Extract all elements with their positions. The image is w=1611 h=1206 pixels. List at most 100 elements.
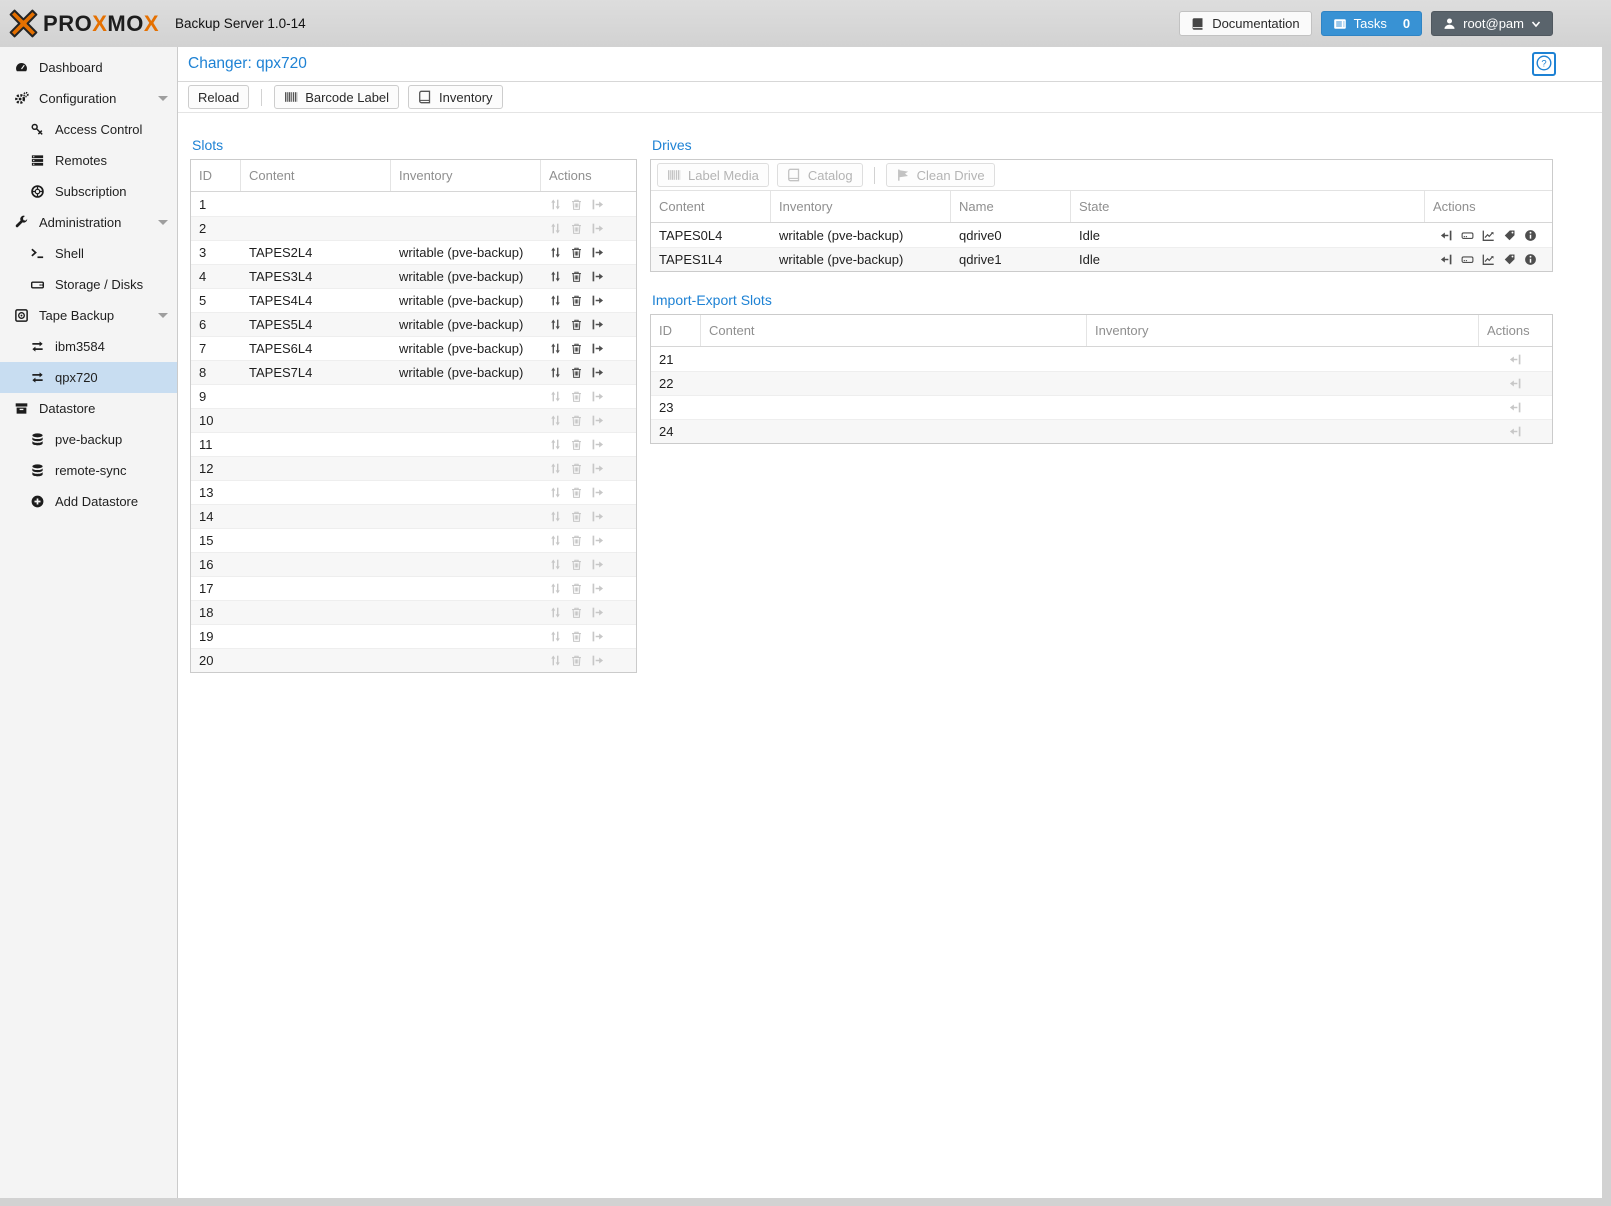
table-row[interactable]: 24 — [651, 419, 1552, 443]
tag-icon[interactable] — [1503, 229, 1516, 242]
table-row[interactable]: TAPES0L4writable (pve-backup)qdrive0Idle — [651, 223, 1552, 247]
move-icon[interactable] — [549, 246, 562, 259]
column-header-inventory[interactable]: Inventory — [391, 160, 541, 191]
sidebar-item-tape-backup[interactable]: Tape Backup — [0, 300, 177, 331]
table-row[interactable]: 16 — [191, 552, 636, 576]
user-menu-button[interactable]: root@pam — [1431, 11, 1553, 36]
table-row[interactable]: 14 — [191, 504, 636, 528]
move-icon[interactable] — [549, 294, 562, 307]
table-row[interactable]: 8TAPES7L4writable (pve-backup) — [191, 360, 636, 384]
column-header-id[interactable]: ID — [191, 160, 241, 191]
sidebar-item-shell[interactable]: Shell — [0, 238, 177, 269]
export-icon[interactable] — [591, 342, 604, 355]
move-icon[interactable] — [549, 270, 562, 283]
help-button[interactable]: ? — [1532, 52, 1556, 76]
sidebar-item-qpx720[interactable]: qpx720 — [0, 362, 177, 393]
unload-icon[interactable] — [1440, 229, 1453, 242]
collapse-arrow-icon[interactable] — [158, 96, 168, 101]
collapse-arrow-icon[interactable] — [158, 220, 168, 225]
column-header-state[interactable]: State — [1071, 191, 1425, 222]
chart-icon[interactable] — [1482, 229, 1495, 242]
sidebar-item-access-control[interactable]: Access Control — [0, 114, 177, 145]
sidebar-item-storage-disks[interactable]: Storage / Disks — [0, 269, 177, 300]
sidebar-item-add-datastore[interactable]: Add Datastore — [0, 486, 177, 517]
table-row[interactable]: 13 — [191, 480, 636, 504]
column-header-actions[interactable]: Actions — [541, 160, 636, 191]
grid-header: IDContentInventoryActions — [651, 315, 1552, 347]
table-row[interactable]: 15 — [191, 528, 636, 552]
unload-icon[interactable] — [1440, 253, 1453, 266]
column-header-inventory[interactable]: Inventory — [771, 191, 951, 222]
trash-icon[interactable] — [570, 318, 583, 331]
column-header-actions[interactable]: Actions — [1425, 191, 1552, 222]
column-header-actions[interactable]: Actions — [1479, 315, 1552, 346]
column-header-name[interactable]: Name — [951, 191, 1071, 222]
export-icon[interactable] — [591, 366, 604, 379]
column-header-inventory[interactable]: Inventory — [1087, 315, 1479, 346]
row-actions — [541, 438, 636, 451]
table-row[interactable]: 11 — [191, 432, 636, 456]
reload-button[interactable]: Reload — [188, 85, 249, 109]
sidebar-item-remote-sync[interactable]: remote-sync — [0, 455, 177, 486]
table-row[interactable]: 6TAPES5L4writable (pve-backup) — [191, 312, 636, 336]
column-header-content[interactable]: Content — [651, 191, 771, 222]
column-header-content[interactable]: Content — [701, 315, 1087, 346]
move-icon[interactable] — [549, 366, 562, 379]
column-header-id[interactable]: ID — [651, 315, 701, 346]
trash-icon[interactable] — [570, 270, 583, 283]
sidebar-item-ibm3584[interactable]: ibm3584 — [0, 331, 177, 362]
table-row[interactable]: 4TAPES3L4writable (pve-backup) — [191, 264, 636, 288]
sidebar-item-dashboard[interactable]: Dashboard — [0, 52, 177, 83]
sidebar-item-datastore[interactable]: Datastore — [0, 393, 177, 424]
sidebar-item-pve-backup[interactable]: pve-backup — [0, 424, 177, 455]
chart-icon[interactable] — [1482, 253, 1495, 266]
info-icon[interactable] — [1524, 253, 1537, 266]
table-row[interactable]: 21 — [651, 347, 1552, 371]
table-row[interactable]: 20 — [191, 648, 636, 672]
trash-icon[interactable] — [570, 294, 583, 307]
inventory-button[interactable]: Inventory — [408, 85, 502, 109]
export-icon[interactable] — [591, 294, 604, 307]
catalog-button[interactable]: Catalog — [777, 163, 863, 187]
export-icon[interactable] — [591, 318, 604, 331]
hdd-icon[interactable] — [1461, 229, 1474, 242]
table-row[interactable]: 10 — [191, 408, 636, 432]
table-row[interactable]: TAPES1L4writable (pve-backup)qdrive1Idle — [651, 247, 1552, 271]
table-row[interactable]: 12 — [191, 456, 636, 480]
barcode-label-button[interactable]: Barcode Label — [274, 85, 399, 109]
hdd-icon[interactable] — [1461, 253, 1474, 266]
table-row[interactable]: 5TAPES4L4writable (pve-backup) — [191, 288, 636, 312]
table-row[interactable]: 22 — [651, 371, 1552, 395]
table-row[interactable]: 2 — [191, 216, 636, 240]
table-row[interactable]: 17 — [191, 576, 636, 600]
info-icon[interactable] — [1524, 229, 1537, 242]
tag-icon[interactable] — [1503, 253, 1516, 266]
label-media-button[interactable]: Label Media — [657, 163, 769, 187]
table-row[interactable]: 18 — [191, 600, 636, 624]
move-icon — [549, 414, 562, 427]
move-icon[interactable] — [549, 342, 562, 355]
table-row[interactable]: 23 — [651, 395, 1552, 419]
table-row[interactable]: 3TAPES2L4writable (pve-backup) — [191, 240, 636, 264]
grid-header: ContentInventoryNameStateActions — [651, 191, 1552, 223]
export-icon[interactable] — [591, 246, 604, 259]
table-row[interactable]: 9 — [191, 384, 636, 408]
export-icon[interactable] — [591, 270, 604, 283]
sidebar-item-subscription[interactable]: Subscription — [0, 176, 177, 207]
trash-icon[interactable] — [570, 246, 583, 259]
move-icon[interactable] — [549, 318, 562, 331]
column-header-content[interactable]: Content — [241, 160, 391, 191]
sidebar-item-remotes[interactable]: Remotes — [0, 145, 177, 176]
sidebar-item-configuration[interactable]: Configuration — [0, 83, 177, 114]
documentation-button[interactable]: Documentation — [1179, 11, 1311, 36]
table-row[interactable]: 7TAPES6L4writable (pve-backup) — [191, 336, 636, 360]
sidebar-item-label: Access Control — [55, 122, 142, 137]
collapse-arrow-icon[interactable] — [158, 313, 168, 318]
tasks-button[interactable]: Tasks 0 — [1321, 11, 1422, 36]
trash-icon[interactable] — [570, 342, 583, 355]
table-row[interactable]: 1 — [191, 192, 636, 216]
clean-drive-button[interactable]: Clean Drive — [886, 163, 995, 187]
trash-icon[interactable] — [570, 366, 583, 379]
sidebar-item-administration[interactable]: Administration — [0, 207, 177, 238]
table-row[interactable]: 19 — [191, 624, 636, 648]
